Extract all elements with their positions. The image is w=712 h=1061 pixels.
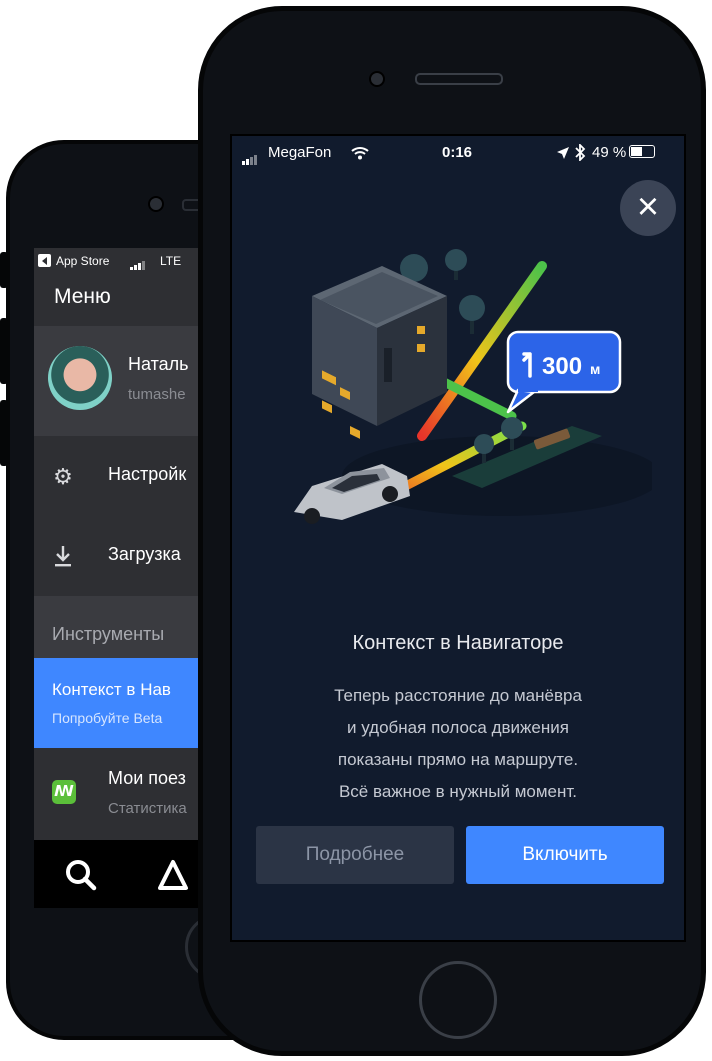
back-phone-camera [148,196,164,212]
promo-description-line: Теперь расстояние до манёвра [334,686,582,705]
menu-item-subtitle: Попробуйте Beta [52,710,163,726]
profile-card[interactable]: Наталь tumashe [34,326,214,436]
side-button [0,400,8,466]
signal-icon [242,148,258,165]
navigation-illustration: 300 м [294,249,652,524]
menu-item-downloads[interactable]: Загрузка [34,516,214,596]
search-icon[interactable] [64,858,98,892]
menu-item-trips[interactable]: ꟿ Мои поез Статистика [34,748,214,840]
front-phone-home-button[interactable] [419,961,497,1039]
car [294,464,410,524]
menu-item-title: Мои поез [108,768,186,788]
battery-percent: 49 % [592,144,627,161]
promo-description-line: и удобная полоса движения [347,718,569,737]
menu-item-label: Настройк [108,464,187,484]
close-button[interactable]: × [620,180,676,236]
front-phone-camera [369,71,385,87]
close-icon: × [636,186,660,228]
front-phone-speaker [415,73,503,85]
bluetooth-icon [575,144,586,161]
carrier-name: MegaFon [268,144,332,161]
distance-value: 300 [542,353,582,380]
promo-description-line: показаны прямо на маршруте. [337,750,579,769]
download-icon [50,544,76,570]
wifi-icon [351,147,369,160]
menu-title: Меню [54,285,111,308]
profile-name: Наталь [128,354,189,374]
back-status-bar: App Store LTE [34,248,214,274]
profile-email: tumashe [128,386,186,403]
building [312,266,447,439]
promo-description-line: Всё важное в нужный момент. [338,782,578,801]
trips-icon: ꟿ [52,780,76,804]
tab-bar [34,840,214,908]
signal-icon [130,256,146,270]
menu-item-label: Загрузка [108,544,181,564]
gear-icon: ⚙ [53,464,73,489]
promo-title: Контекст в Навигаторе [352,632,564,654]
enable-button[interactable]: Включить [466,826,664,884]
back-app-label[interactable]: App Store [56,254,109,268]
location-arrow-icon [557,147,569,159]
menu-item-title: Контекст в Нав [52,680,171,699]
avatar [48,346,112,410]
battery-icon [629,145,656,158]
navigation-arrow-icon[interactable] [156,858,190,892]
menu-item-subtitle: Статистика [108,800,187,817]
back-arrow-icon[interactable] [38,254,51,267]
side-button [0,252,8,288]
front-phone-screen: MegaFon 0:16 49 % × 300 м Контекст в Нав… [230,134,686,942]
battery-status: 49 % [592,144,656,161]
distance-unit: м [590,361,600,377]
side-button [0,318,8,384]
network-type: LTE [160,254,182,268]
section-title: Инструменты [52,624,165,644]
distance-bubble: 300 м [506,330,622,414]
more-button[interactable]: Подробнее [256,826,454,884]
menu-item-context[interactable]: Контекст в Нав Попробуйте Beta [34,658,214,748]
back-phone-screen: App Store LTE Меню Наталь tumashe ⚙ Наст… [34,248,214,908]
status-time: 0:16 [442,144,473,161]
menu-item-settings[interactable]: ⚙ Настройк [34,436,214,516]
